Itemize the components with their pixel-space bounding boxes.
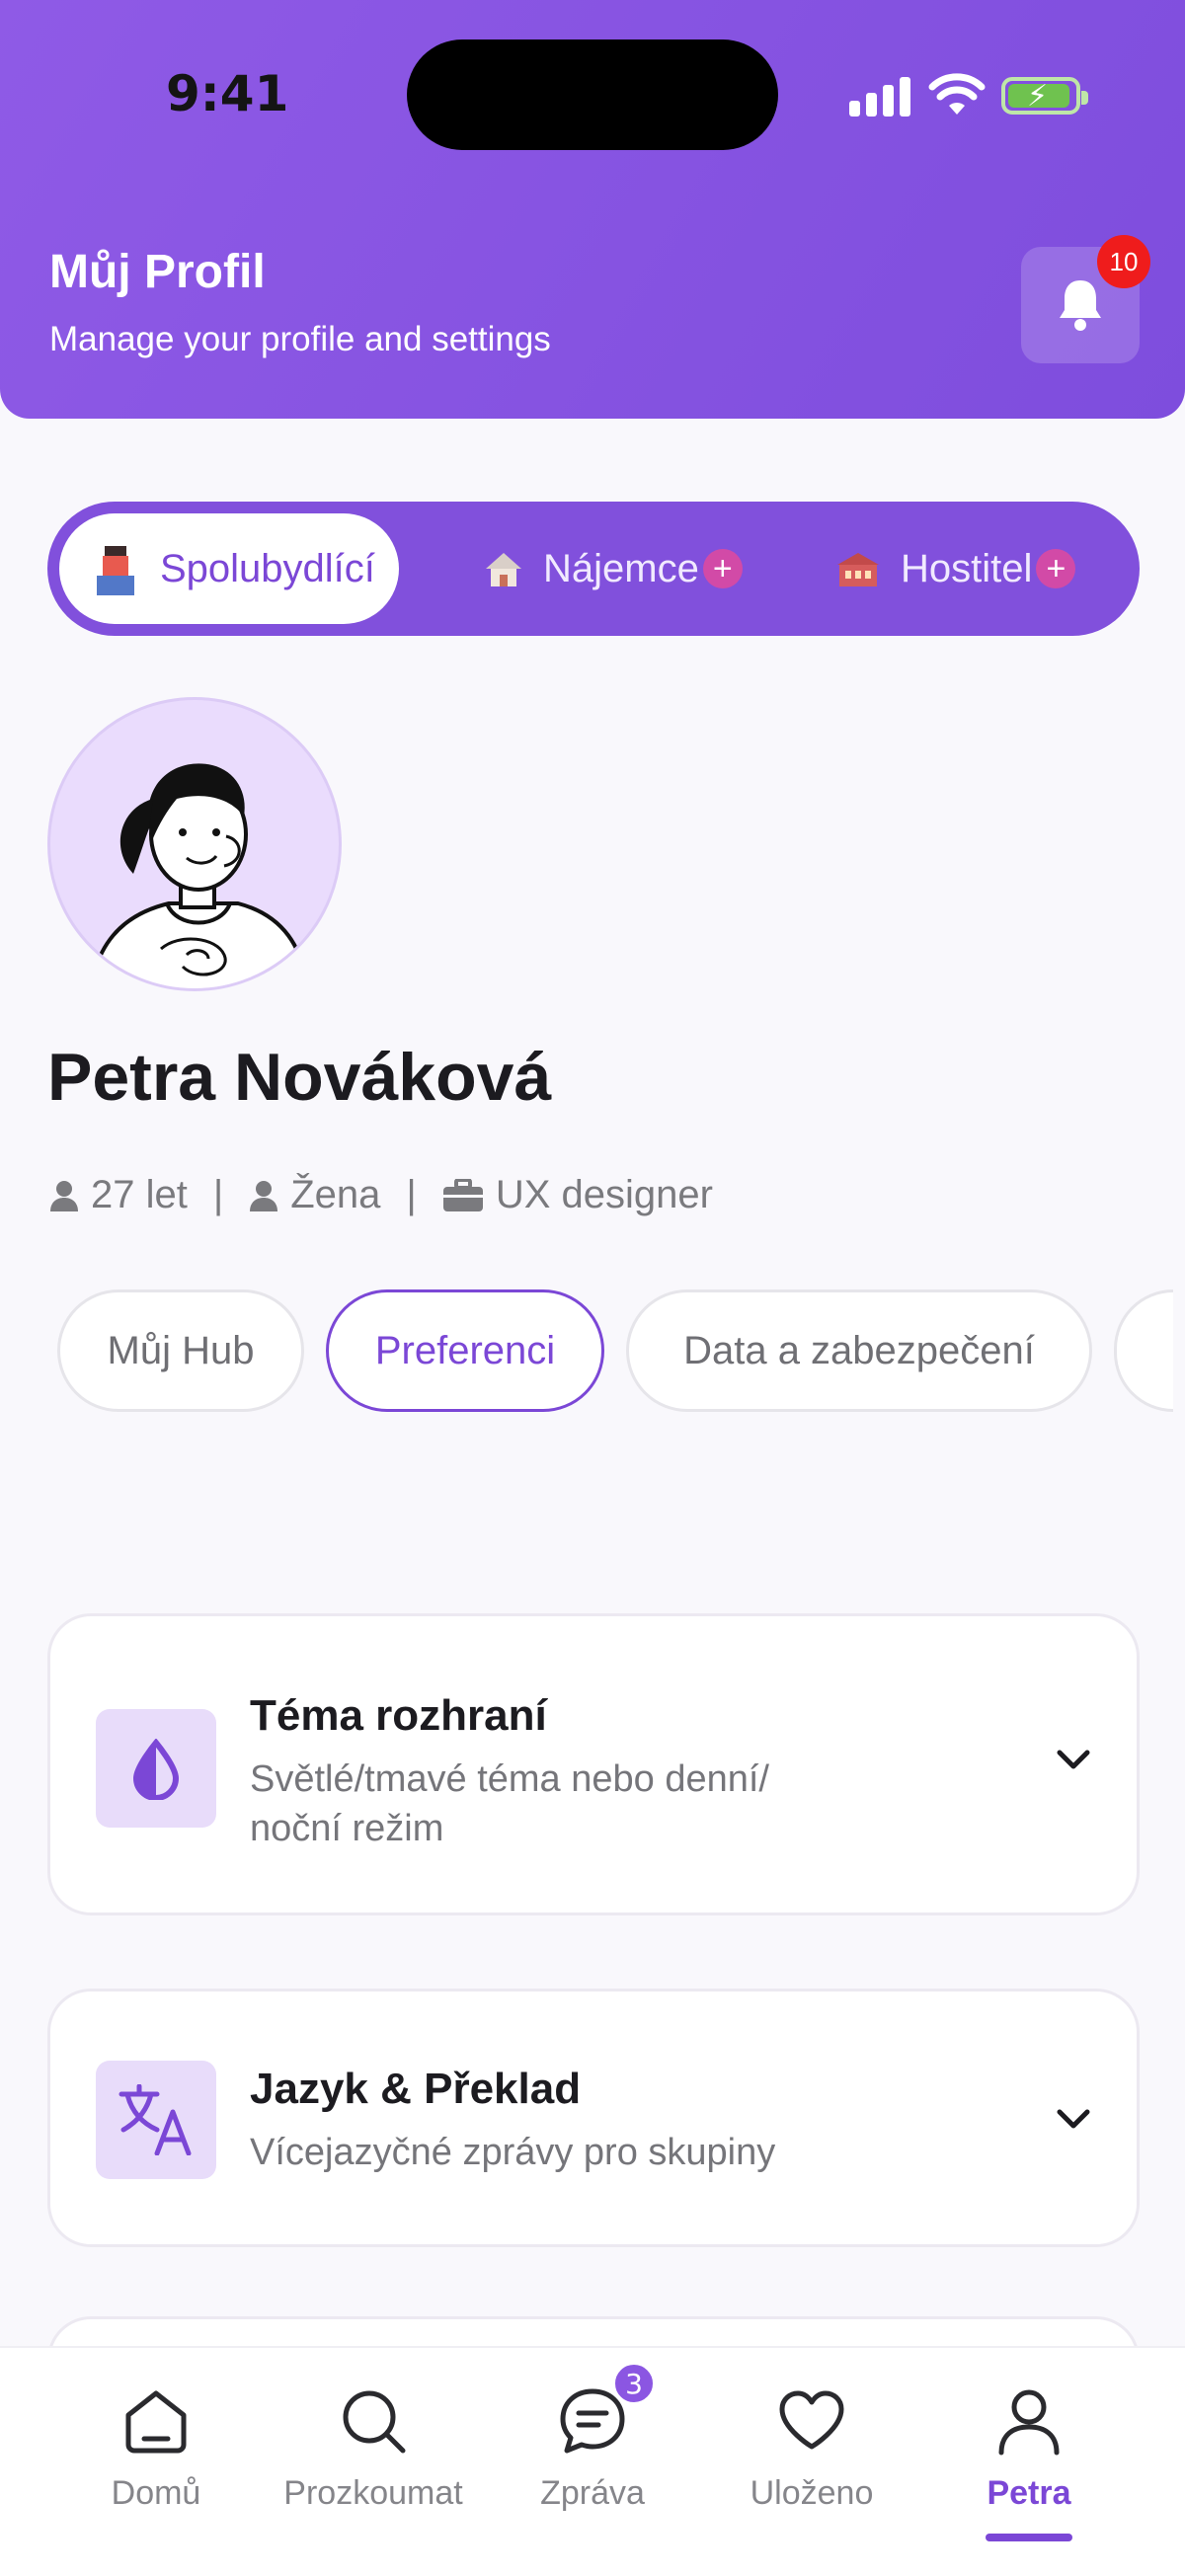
- cellular-signal-icon: [849, 75, 910, 117]
- role-label: Nájemce: [543, 546, 699, 590]
- add-role-icon[interactable]: +: [702, 549, 743, 588]
- battery-charging-icon: ⚡: [1001, 77, 1088, 115]
- meta-separator: |: [406, 1173, 417, 1216]
- profile-tabs: Můj Hub Preferenci Data a zabezpečení: [57, 1289, 1173, 1412]
- nav-home[interactable]: Domů: [47, 2385, 265, 2513]
- search-icon: [343, 2390, 406, 2454]
- host-emoji-icon: [837, 553, 879, 586]
- status-time: 9:41: [166, 65, 289, 122]
- language-icon-box: [96, 2061, 216, 2179]
- role-tab-roommate[interactable]: Spolubydlící: [59, 513, 399, 624]
- profile-gender: Žena: [290, 1173, 381, 1216]
- chevron-down-icon[interactable]: [1056, 2108, 1091, 2130]
- person-icon: [250, 1180, 278, 1211]
- bell-icon: [1060, 280, 1101, 331]
- profile-meta: 27 let | Žena | UX designer: [49, 1173, 713, 1217]
- nav-messages[interactable]: Zpráva: [484, 2385, 701, 2513]
- nav-label: Petra: [987, 2474, 1071, 2512]
- nav-label: Domů: [111, 2474, 201, 2512]
- messages-badge: 3: [612, 2362, 656, 2405]
- nav-saved[interactable]: Uloženo: [703, 2385, 920, 2513]
- theme-description: Světlé/tmavé téma nebo denní/ noční reži…: [250, 1758, 769, 1849]
- home-icon: [125, 2390, 187, 2454]
- nav-explore[interactable]: Prozkoumat: [265, 2385, 482, 2513]
- language-settings-card[interactable]: Jazyk & Překlad Vícejazyčné zprávy pro s…: [47, 1989, 1140, 2247]
- theme-settings-card[interactable]: Téma rozhraní Světlé/tmavé téma nebo den…: [47, 1613, 1140, 1915]
- tab-data-security[interactable]: Data a zabezpečení: [626, 1289, 1092, 1412]
- chevron-down-icon[interactable]: [1056, 1749, 1091, 1770]
- person-icon: [50, 1180, 78, 1211]
- dynamic-island: [407, 39, 778, 150]
- heart-icon: [779, 2390, 844, 2450]
- tab-my-hub[interactable]: Můj Hub: [57, 1289, 304, 1412]
- role-switcher: Spolubydlící Nájemce + Hostitel +: [47, 502, 1140, 636]
- droplet-half-icon: [132, 1739, 180, 1800]
- tab-preferences[interactable]: Preferenci: [326, 1289, 604, 1412]
- nav-label: Prozkoumat: [283, 2474, 463, 2512]
- active-tab-indicator: [986, 2534, 1072, 2541]
- theme-title: Téma rozhraní: [250, 1691, 547, 1740]
- profile-header: 9:41 ⚡ Můj Profil Manage your profile an…: [0, 0, 1185, 419]
- nav-label: Uloženo: [750, 2474, 874, 2512]
- page-subtitle: Manage your profile and settings: [49, 320, 551, 358]
- user-icon: [998, 2389, 1060, 2456]
- house-emoji-icon: [486, 553, 521, 586]
- add-role-icon[interactable]: +: [1036, 549, 1076, 588]
- role-label: Hostitel: [901, 546, 1033, 590]
- briefcase-icon: [442, 1178, 483, 1211]
- role-label: Spolubydlící: [160, 546, 375, 590]
- profile-name: Petra Nováková: [47, 1040, 552, 1115]
- notification-badge: 10: [1097, 235, 1150, 288]
- profile-job: UX designer: [495, 1173, 713, 1216]
- profile-age: 27 let: [91, 1173, 188, 1216]
- meta-separator: |: [212, 1173, 224, 1216]
- language-description: Vícejazyčné zprávy pro skupiny: [250, 2132, 776, 2173]
- roommate-emoji-icon: [97, 546, 134, 595]
- nav-profile[interactable]: Petra: [920, 2385, 1138, 2513]
- role-tab-host[interactable]: Hostitel +: [833, 513, 1076, 624]
- bottom-navigation: Domů Prozkoumat Zpráva 3 Uloženo Petra: [0, 2346, 1185, 2576]
- tab-more-partial[interactable]: [1114, 1289, 1173, 1412]
- user-illustration: [88, 763, 311, 988]
- theme-icon-box: [96, 1709, 216, 1828]
- nav-label: Zpráva: [540, 2474, 645, 2512]
- page-title: Můj Profil: [49, 246, 266, 298]
- language-title: Jazyk & Překlad: [250, 2065, 582, 2113]
- role-tab-tenant[interactable]: Nájemce +: [482, 513, 743, 624]
- translate-icon: [118, 2084, 192, 2155]
- avatar[interactable]: [47, 697, 342, 991]
- wifi-icon: [928, 73, 986, 115]
